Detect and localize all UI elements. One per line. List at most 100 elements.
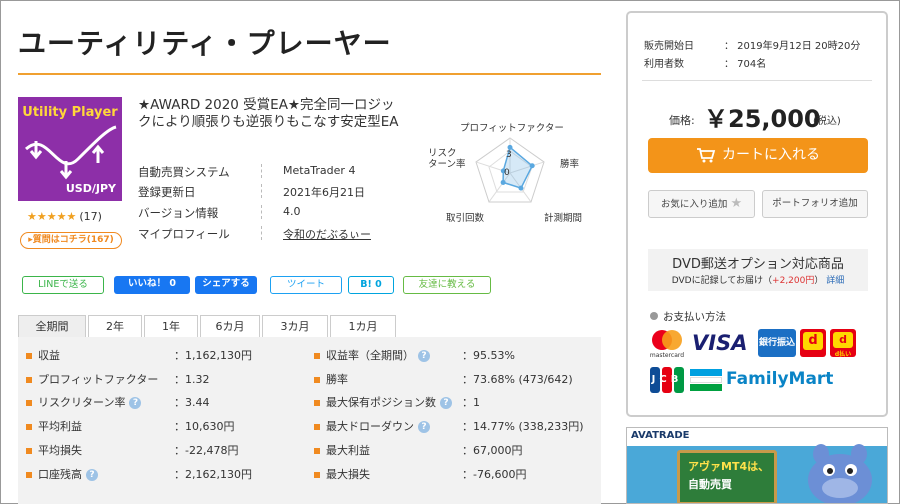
thumbnail-pair: USD/JPY: [65, 182, 116, 195]
help-icon[interactable]: ?: [418, 421, 430, 433]
jcb-text: JCB: [651, 374, 683, 385]
d-barai-logo: d d払い: [830, 329, 856, 358]
bullet: [314, 353, 320, 359]
tab-1m[interactable]: 1カ月: [330, 315, 396, 338]
facebook-share-button[interactable]: シェアする: [195, 276, 257, 294]
radar-scale-0: 0: [504, 168, 510, 178]
add-to-cart-label: カートに入れる: [722, 147, 820, 163]
spec-divider: [261, 164, 262, 178]
radar-label-trades: 取引回数: [446, 213, 485, 224]
facebook-like-button[interactable]: いいね！ 0: [114, 276, 190, 294]
ad-chalkboard: アヴァMT4は、 自動売買: [677, 450, 777, 503]
product-thumbnail[interactable]: Utility Player USD/JPY: [18, 97, 122, 201]
rating-count: (17): [79, 210, 102, 223]
line-share-button[interactable]: LINEで送る: [22, 276, 104, 294]
question-button[interactable]: ▸質問はコチラ(167): [20, 232, 122, 249]
stat-value: ：-22,478円: [174, 444, 239, 457]
users-label: 利用者数: [644, 59, 684, 70]
payment-methods-title: お支払い方法: [650, 309, 726, 324]
bullet-icon: [650, 312, 658, 320]
stat-label: 最大保有ポジション数?: [314, 394, 452, 410]
cart-icon: [697, 148, 716, 163]
bullet: [26, 353, 32, 359]
bank-transfer-logo: 銀行振込: [758, 329, 796, 357]
stat-label: 勝率: [314, 371, 348, 387]
profile-link[interactable]: 令和のだぶるぃー: [283, 226, 423, 242]
page-title: ユーティリティ・プレーヤー: [18, 27, 392, 60]
add-portfolio-button[interactable]: ポートフォリオ追加: [762, 190, 868, 218]
add-favorite-label: お気に入り追加: [660, 199, 728, 210]
bullet: [26, 377, 32, 383]
stat-label: 平均損失: [26, 442, 82, 458]
purchase-panel: 販売開始日 ： 2019年9月12日 20時20分 利用者数 ： 704名 価格…: [626, 11, 888, 417]
docomo-d-logo: d: [800, 329, 826, 357]
sale-start-row: 販売開始日 ： 2019年9月12日 20時20分: [644, 37, 860, 52]
spec-label: マイプロフィール: [138, 227, 230, 241]
bullet: [314, 424, 320, 430]
add-favorite-button[interactable]: お気に入り追加 ★: [648, 190, 755, 218]
spec-value: 2021年6月21日: [283, 186, 365, 199]
help-icon[interactable]: ?: [418, 350, 430, 362]
stat-value: ：10,630円: [174, 420, 235, 433]
bullet: [26, 472, 32, 478]
rating[interactable]: ★★★★★ (17): [27, 210, 102, 223]
dvd-note: DVDに記録してお届け（+2,200円） 詳細: [671, 276, 845, 286]
spec-value: 4.0: [283, 205, 301, 218]
tell-friend-button[interactable]: 友達に教える: [403, 276, 491, 294]
stat-label: 口座残高?: [26, 466, 98, 482]
stat-value: ：73.68% (473/642): [462, 373, 573, 386]
panel-divider: [642, 80, 872, 81]
spec-divider: [261, 184, 262, 198]
stat-value: ：67,000円: [462, 444, 523, 457]
tab-all[interactable]: 全期間: [18, 315, 86, 338]
stat-value: ：3.44: [174, 396, 210, 409]
users-value: ： 704名: [724, 59, 767, 70]
radar-point: [529, 163, 535, 169]
stat-label: 平均利益: [26, 418, 82, 434]
stat-value: ：14.77% (338,233円): [462, 420, 584, 433]
ad-line-2: 自動売買: [688, 478, 732, 491]
tab-2y[interactable]: 2年: [88, 315, 142, 338]
thumbnail-title: Utility Player: [22, 105, 118, 120]
bullet: [26, 424, 32, 430]
stat-label: 収益: [26, 347, 60, 363]
bullet: [314, 448, 320, 454]
tab-1y[interactable]: 1年: [144, 315, 198, 338]
ad-banner[interactable]: AVATRADE アヴァMT4は、 自動売買: [626, 427, 888, 504]
help-icon[interactable]: ?: [86, 469, 98, 481]
rating-stars: ★★★★★: [27, 210, 77, 223]
spec-divider: [261, 226, 262, 240]
product-description: ★AWARD 2020 受賞EA★完全同一ロジックにより順張りも逆張りもこなす安…: [138, 97, 399, 130]
stat-value: ：-76,600円: [462, 468, 527, 481]
radar-scale-3: 3: [506, 150, 512, 160]
jcb-logo: JCB: [650, 367, 684, 393]
stat-label: 最大利益: [314, 442, 370, 458]
familymart-logo: FamilyMart: [726, 369, 834, 389]
hatena-bookmark-button[interactable]: B! 0: [348, 276, 394, 294]
d-barai-icon: d: [833, 332, 853, 348]
stat-value: ：95.53%: [462, 349, 515, 362]
avatrade-logo: AVATRADE: [631, 430, 690, 441]
radar-label-period: 計測期間: [544, 213, 583, 224]
stat-label: プロフィットファクター: [26, 371, 158, 387]
dvd-title: DVD郵送オプション対応商品: [672, 257, 844, 272]
tab-6m[interactable]: 6カ月: [200, 315, 260, 338]
dvd-detail-link[interactable]: 詳細: [826, 276, 844, 286]
add-to-cart-button[interactable]: カートに入れる: [648, 138, 868, 173]
dvd-option-box: DVD郵送オプション対応商品 DVDに記録してお届け（+2,200円） 詳細: [648, 249, 868, 291]
bullet: [314, 377, 320, 383]
price: ￥25,000: [704, 105, 821, 133]
help-icon[interactable]: ?: [129, 397, 142, 409]
visa-logo: VISA: [692, 331, 748, 355]
sale-start-label: 販売開始日: [644, 41, 694, 52]
star-icon: ★: [730, 196, 743, 211]
tweet-button[interactable]: ツイート: [270, 276, 342, 294]
ad-line-1: アヴァMT4は、: [688, 460, 770, 473]
stats-panel: 収益 ：1,162,130円 プロフィットファクター ：1.32 リスクリターン…: [18, 337, 601, 504]
spec-label: 登録更新日: [138, 185, 196, 199]
familymart-icon: [690, 369, 722, 391]
tab-3m[interactable]: 3カ月: [262, 315, 328, 338]
d-barai-text: d払い: [834, 351, 852, 358]
stat-label: 最大損失: [314, 466, 370, 482]
help-icon[interactable]: ?: [440, 397, 452, 409]
